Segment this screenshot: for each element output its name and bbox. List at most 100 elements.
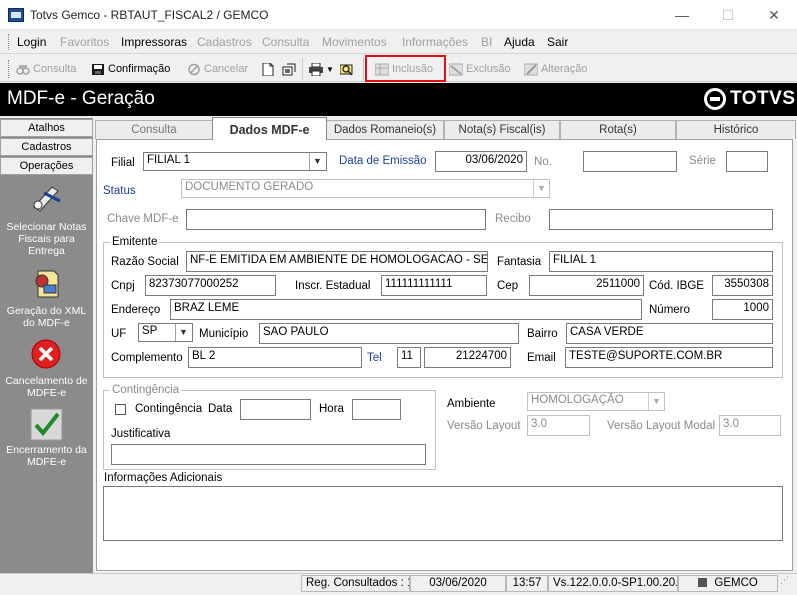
email-field[interactable]: TESTE@SUPORTE.COM.BR [565,347,773,368]
menu-ajuda[interactable]: Ajuda [504,35,535,49]
razao-social-field[interactable]: NF-E EMITIDA EM AMBIENTE DE HOMOLOGACAO … [186,251,488,272]
menu-movimentos[interactable]: Movimentos [322,35,387,49]
close-mdfe-icon[interactable] [30,408,63,441]
atalhos-button[interactable]: Atalhos [0,119,93,137]
bairro-label: Bairro [527,328,558,340]
menu-impressoras[interactable]: Impressoras [121,35,187,49]
export-button[interactable] [282,60,296,78]
menu-favoritos[interactable]: Favoritos [60,35,109,49]
floppy-disk-icon [91,63,105,76]
close-mdfe-label[interactable]: Encerramento da MDFE-e [0,444,93,468]
municipio-field[interactable]: SAO PAULO [259,323,519,344]
justificativa-field[interactable] [111,444,426,465]
status-company-text: GEMCO [714,577,758,589]
numero-mdfe-label: No. [534,156,552,168]
numero-label: Número [649,304,690,316]
numero-mdfe-field[interactable] [583,151,677,172]
serie-field[interactable] [726,151,768,172]
bairro-field[interactable]: CASA VERDE [566,323,773,344]
inclusao-button[interactable]: Inclusão [374,60,433,78]
tab-rotas[interactable]: Rota(s) [560,120,676,139]
magnifier-icon [339,63,354,76]
versao-layout-field[interactable]: 3.0 [527,415,590,436]
search-printer-button[interactable] [339,60,354,78]
ambiente-dropdown-arrow-icon[interactable]: ▼ [648,393,664,410]
status-company: GEMCO [678,575,778,592]
data-field[interactable] [240,399,311,420]
confirmacao-button[interactable]: Confirmação [91,60,170,78]
fantasia-field[interactable]: FILIAL 1 [549,251,773,272]
uf-dropdown-arrow-icon[interactable]: ▼ [175,324,191,341]
operacoes-button[interactable]: Operações [0,157,93,175]
hora-field[interactable] [352,399,401,420]
info-adicionais-textarea[interactable] [103,486,783,541]
data-emissao-field[interactable]: 03/06/2020 [435,151,527,172]
tel-field[interactable]: 21224700 [424,347,511,368]
tab-historico[interactable]: Histórico [676,120,796,139]
tab-dados-mdfe[interactable]: Dados MDF-e [212,117,327,140]
ambiente-select[interactable]: HOMOLOGAÇÃO [527,392,665,411]
versao-layout-modal-label: Versão Layout Modal [607,420,716,432]
inscr-estadual-label: Inscr. Estadual [295,280,371,292]
alteracao-button[interactable]: Alteração [523,60,587,78]
print-dropdown-arrow-icon[interactable]: ▼ [326,65,334,74]
cancel-mdfe-label[interactable]: Cancelamento de MDFE-e [0,375,93,399]
uf-label: UF [111,328,127,340]
menu-consulta[interactable]: Consulta [262,35,309,49]
module-title: MDF-e - Geração [7,88,155,109]
status-label: Status [103,185,136,197]
menu-grip [8,34,10,50]
cnpj-field[interactable]: 82373077000252 [145,275,276,296]
numero-field[interactable]: 1000 [712,299,773,320]
consulta-button[interactable]: Consulta [16,60,76,78]
tab-consulta[interactable]: Consulta [95,120,213,139]
cancelar-button[interactable]: Cancelar [187,60,248,78]
endereco-field[interactable]: BRAZ LEME [170,299,642,320]
menu-bi[interactable]: BI [481,35,492,49]
serie-label: Série [689,155,716,167]
inscr-estadual-field[interactable]: 111111111111 [381,275,487,296]
uf-value: SP [142,325,158,337]
tel-ddd-field[interactable]: 11 [397,347,421,368]
close-button[interactable]: ✕ [751,0,797,30]
versao-layout-modal-field[interactable]: 3.0 [719,415,781,436]
contingencia-title: Contingência [110,384,182,396]
tab-notas-fiscais[interactable]: Nota(s) Fiscal(is) [444,120,560,139]
generate-xml-icon[interactable] [30,267,63,300]
email-label: Email [527,352,556,364]
complemento-field[interactable]: BL 2 [188,347,362,368]
tab-dados-romaneio[interactable]: Dados Romaneio(s) [326,120,444,139]
contingencia-checkbox[interactable] [115,404,126,415]
menu-sair[interactable]: Sair [547,35,568,49]
chave-mdfe-field[interactable] [186,209,486,230]
select-notes-icon[interactable] [30,181,63,214]
menu-informacoes[interactable]: Informações [402,35,468,49]
filial-select[interactable]: FILIAL 1 [143,152,327,171]
status-time: 13:57 [506,575,548,592]
toolbar-separator [363,58,364,80]
select-notes-label[interactable]: Selecionar Notas Fiscais para Entrega [0,221,93,257]
cancel-mdfe-icon[interactable] [30,338,63,371]
cep-label: Cep [497,280,519,292]
filial-dropdown-arrow-icon[interactable]: ▼ [309,153,325,170]
module-header: MDF-e - Geração TOTVS [0,83,797,116]
status-select[interactable]: DOCUMENTO GERADO [181,179,550,198]
toolbar: Consulta Confirmação Cancelar ▼ Inclusão… [0,55,797,82]
minimize-button[interactable]: — [659,0,705,30]
recibo-field[interactable] [549,209,773,230]
menu-login[interactable]: Login [17,35,46,49]
binoculars-icon [16,63,30,76]
status-version: Vs.122.0.0.0-SP1.00.20.9 [548,575,678,592]
cod-ibge-field[interactable]: 3550308 [712,275,773,296]
new-document-button[interactable] [261,60,275,78]
export-icon [282,63,296,76]
cadastros-button[interactable]: Cadastros [0,138,93,156]
exclusao-button[interactable]: Exclusão [448,60,511,78]
generate-xml-label[interactable]: Geração do XML do MDF-e [0,305,93,329]
status-dropdown-arrow-icon[interactable]: ▼ [533,180,549,197]
maximize-button[interactable]: ☐ [705,0,751,30]
resize-grip-icon[interactable]: ⋰ [780,575,794,592]
menu-cadastros[interactable]: Cadastros [197,35,252,49]
print-button[interactable]: ▼ [309,60,334,78]
cep-field[interactable]: 2511000 [529,275,644,296]
